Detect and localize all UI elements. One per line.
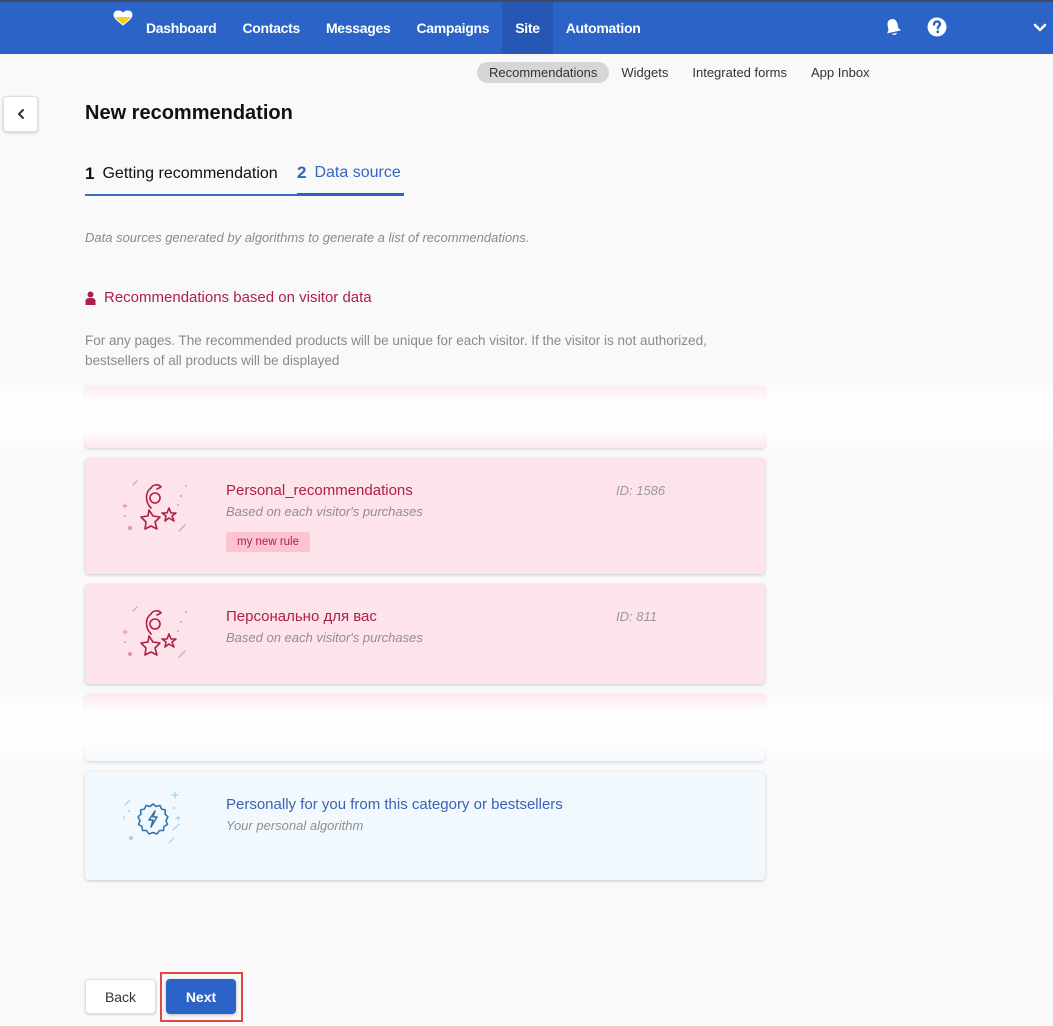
nav-dashboard[interactable]: Dashboard: [133, 2, 229, 54]
section-title-text: Recommendations based on visitor data: [104, 289, 372, 306]
site-subnav: Recommendations Widgets Integrated forms…: [477, 62, 882, 83]
card-subtitle: Based on each visitor's purchases: [226, 504, 423, 519]
rule-tag: my new rule: [226, 532, 310, 552]
lightning-badge-icon: [123, 791, 181, 844]
step-number: 2: [297, 163, 307, 182]
step-label: Getting recommendation: [102, 164, 278, 182]
recommendation-card[interactable]: Personal_recommendations Based on each v…: [85, 458, 765, 574]
card-subtitle: Your personal algorithm: [226, 818, 364, 833]
section-description: For any pages. The recommended products …: [85, 333, 707, 368]
card-subtitle: Based on each visitor's purchases: [226, 630, 423, 645]
help-icon[interactable]: [926, 16, 948, 38]
subnav-recommendations[interactable]: Recommendations: [477, 62, 610, 83]
nav-site[interactable]: Site: [502, 2, 553, 54]
stepper: 1 Getting recommendation 2 Data source: [85, 159, 404, 196]
main-nav: Dashboard Contacts Messages Campaigns Si…: [133, 2, 654, 54]
subnav-integrated-forms[interactable]: Integrated forms: [680, 62, 799, 83]
nav-campaigns[interactable]: Campaigns: [403, 2, 502, 54]
next-button[interactable]: Next: [166, 979, 236, 1014]
step-data-source[interactable]: 2 Data source: [297, 159, 404, 196]
card-title: Персонально для вас: [226, 608, 377, 625]
nav-automation[interactable]: Automation: [553, 2, 654, 54]
card-id: ID: 811: [616, 609, 657, 624]
page-title: New recommendation: [85, 102, 293, 124]
back-button[interactable]: Back: [85, 979, 156, 1014]
recommendation-card-blank[interactable]: [85, 694, 765, 761]
card-title: Personally for you from this category or…: [226, 796, 563, 813]
subnav-widgets[interactable]: Widgets: [609, 62, 680, 83]
bell-icon[interactable]: [882, 16, 904, 38]
intro-text: Data sources generated by algorithms to …: [85, 230, 530, 245]
nav-contacts[interactable]: Contacts: [229, 2, 313, 54]
step-getting-recommendation[interactable]: 1 Getting recommendation: [85, 159, 297, 196]
section-title: Recommendations based on visitor data: [85, 289, 372, 306]
person-icon: [85, 291, 96, 305]
top-nav-bar: Dashboard Contacts Messages Campaigns Si…: [0, 0, 1053, 54]
stars-person-icon: [122, 606, 187, 658]
recommendation-card[interactable]: Персонально для вас Based on each visito…: [85, 584, 765, 684]
card-id: ID: 1586: [616, 483, 666, 498]
recommendation-card-blank[interactable]: [85, 386, 765, 448]
chevron-left-icon: [17, 109, 24, 119]
recommendation-card[interactable]: Personally for you from this category or…: [85, 772, 765, 880]
nav-messages[interactable]: Messages: [313, 2, 404, 54]
card-title: Personal_recommendations: [226, 482, 413, 499]
chevron-down-icon[interactable]: [1029, 16, 1051, 38]
subnav-app-inbox[interactable]: App Inbox: [799, 62, 882, 83]
back-arrow-button[interactable]: [3, 96, 38, 132]
heart-logo-icon[interactable]: [113, 10, 133, 26]
step-number: 1: [85, 163, 95, 183]
step-label: Data source: [314, 164, 401, 181]
stars-person-icon: [122, 480, 187, 532]
